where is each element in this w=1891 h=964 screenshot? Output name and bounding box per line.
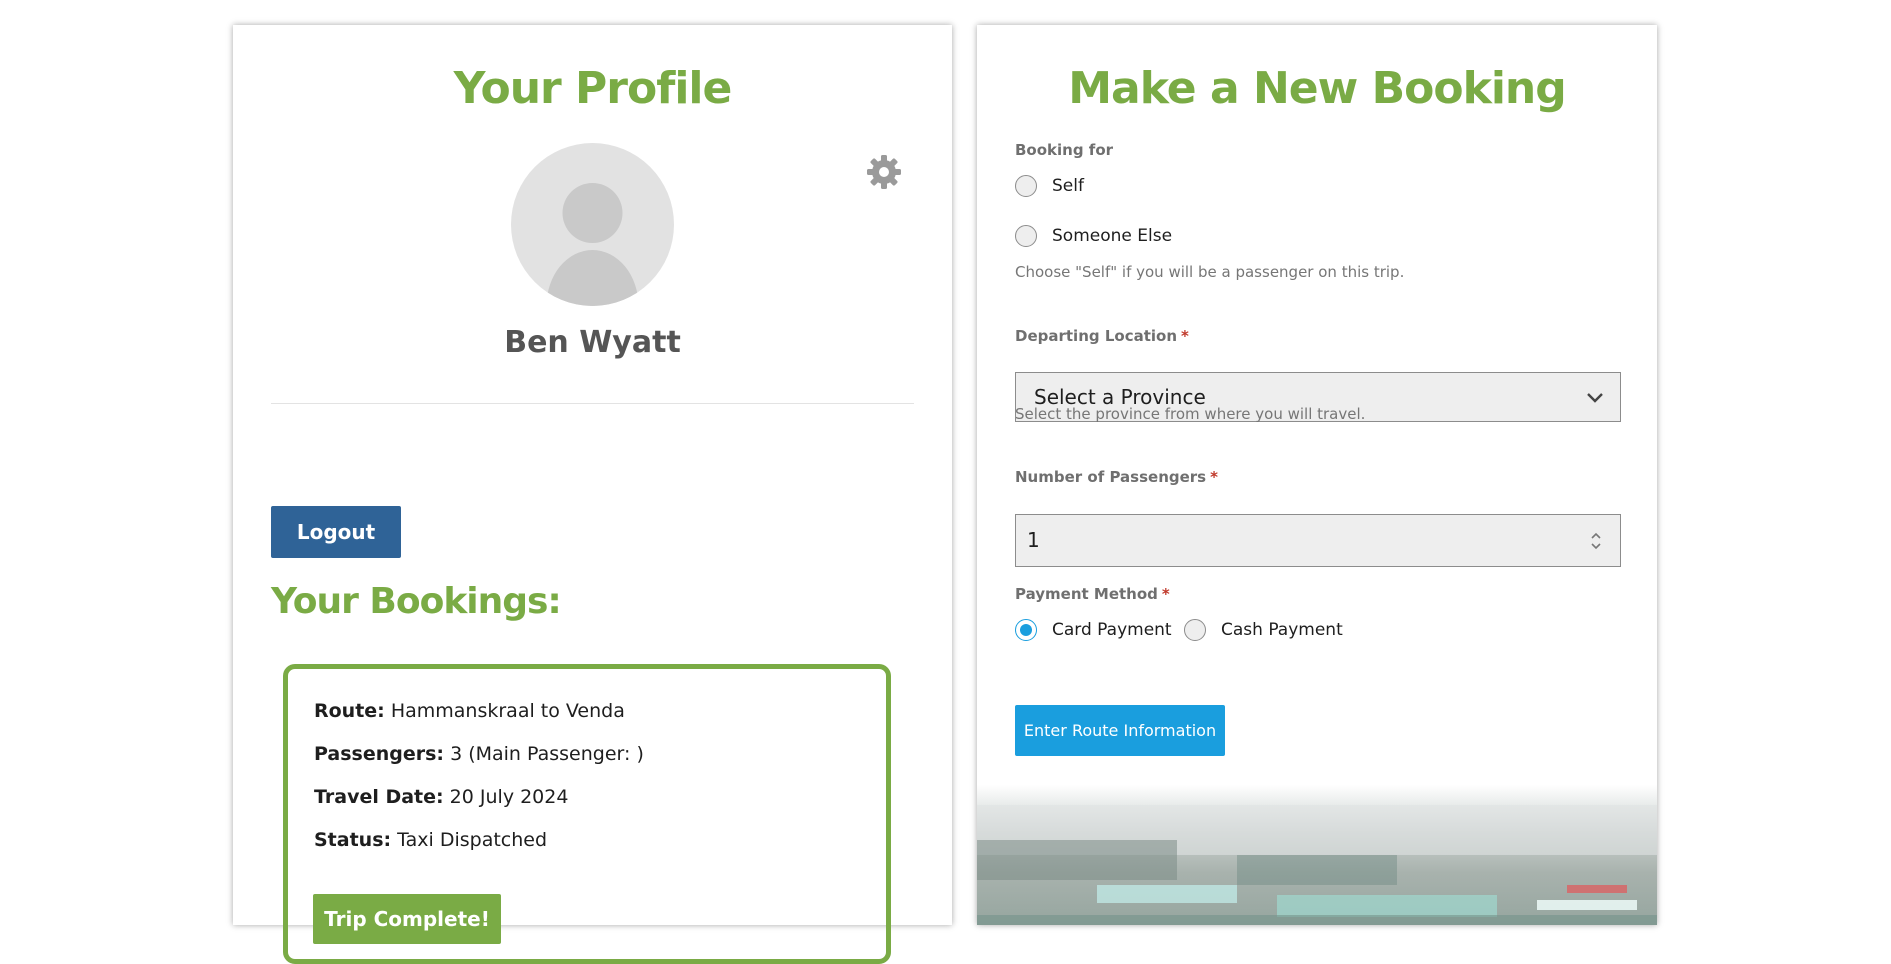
passengers-value: 3 (Main Passenger: ) xyxy=(450,743,644,765)
profile-title: Your Profile xyxy=(453,63,733,114)
booking-travel-date: Travel Date: 20 July 2024 xyxy=(314,786,568,808)
radio-someone-else-label: Someone Else xyxy=(1052,226,1173,246)
booking-card: Route: Hammanskraal to Venda Passengers:… xyxy=(283,664,891,964)
road-background-image xyxy=(977,785,1657,925)
booking-status: Status: Taxi Dispatched xyxy=(314,829,547,851)
booking-form-title: Make a New Booking xyxy=(1068,63,1567,114)
radio-self[interactable]: Self xyxy=(1015,175,1084,197)
travel-date-label: Travel Date: xyxy=(314,786,444,808)
logout-button[interactable]: Logout xyxy=(271,506,401,558)
payment-method-label: Payment Method * xyxy=(1015,585,1170,603)
up-down-arrows-icon[interactable] xyxy=(1590,530,1602,552)
travel-date-value: 20 July 2024 xyxy=(449,786,569,808)
radio-button-selected[interactable] xyxy=(1015,619,1037,641)
passengers-input-value: 1 xyxy=(1027,528,1040,552)
radio-card-payment[interactable]: Card Payment xyxy=(1015,619,1172,641)
route-label: Route: xyxy=(314,700,385,722)
required-mark: * xyxy=(1161,585,1170,603)
status-label: Status: xyxy=(314,829,392,851)
passengers-label: Passengers: xyxy=(314,743,445,765)
radio-someone-else[interactable]: Someone Else xyxy=(1015,225,1172,247)
booking-for-label: Booking for xyxy=(1015,141,1114,159)
chevron-down-icon xyxy=(1587,393,1603,403)
required-mark: * xyxy=(1210,468,1218,486)
avatar xyxy=(511,143,674,306)
route-value: Hammanskraal to Venda xyxy=(390,700,625,722)
passengers-label: Number of Passengers * xyxy=(1015,468,1218,486)
radio-button[interactable] xyxy=(1015,225,1037,247)
enter-route-information-button[interactable]: Enter Route Information xyxy=(1015,705,1225,756)
booking-passengers: Passengers: 3 (Main Passenger: ) xyxy=(314,743,644,765)
departing-location-help: Select the province from where you will … xyxy=(1015,405,1366,423)
gear-icon[interactable] xyxy=(866,154,902,190)
radio-cash-payment[interactable]: Cash Payment xyxy=(1184,619,1343,641)
profile-card: Your Profile Ben Wyatt Logout Your Booki… xyxy=(233,25,952,964)
booking-route: Route: Hammanskraal to Venda xyxy=(314,700,625,722)
required-mark: * xyxy=(1181,327,1189,345)
user-placeholder-icon xyxy=(546,183,639,306)
booking-form-card: Make a New Booking Booking for Self Some… xyxy=(977,25,1657,925)
radio-self-label: Self xyxy=(1052,176,1084,196)
trip-complete-button[interactable]: Trip Complete! xyxy=(313,894,501,944)
booking-for-help: Choose "Self" if you will be a passenger… xyxy=(1015,263,1405,281)
user-name: Ben Wyatt xyxy=(504,325,681,360)
radio-cash-payment-label: Cash Payment xyxy=(1221,620,1343,640)
road-blur-graphic xyxy=(977,805,1657,925)
status-value: Taxi Dispatched xyxy=(397,829,548,851)
divider xyxy=(271,403,914,404)
radio-button[interactable] xyxy=(1184,619,1206,641)
radio-button[interactable] xyxy=(1015,175,1037,197)
radio-card-payment-label: Card Payment xyxy=(1052,620,1172,640)
departing-location-label: Departing Location * xyxy=(1015,327,1189,345)
bookings-title: Your Bookings: xyxy=(271,581,562,622)
passengers-number-input[interactable]: 1 xyxy=(1015,514,1621,567)
